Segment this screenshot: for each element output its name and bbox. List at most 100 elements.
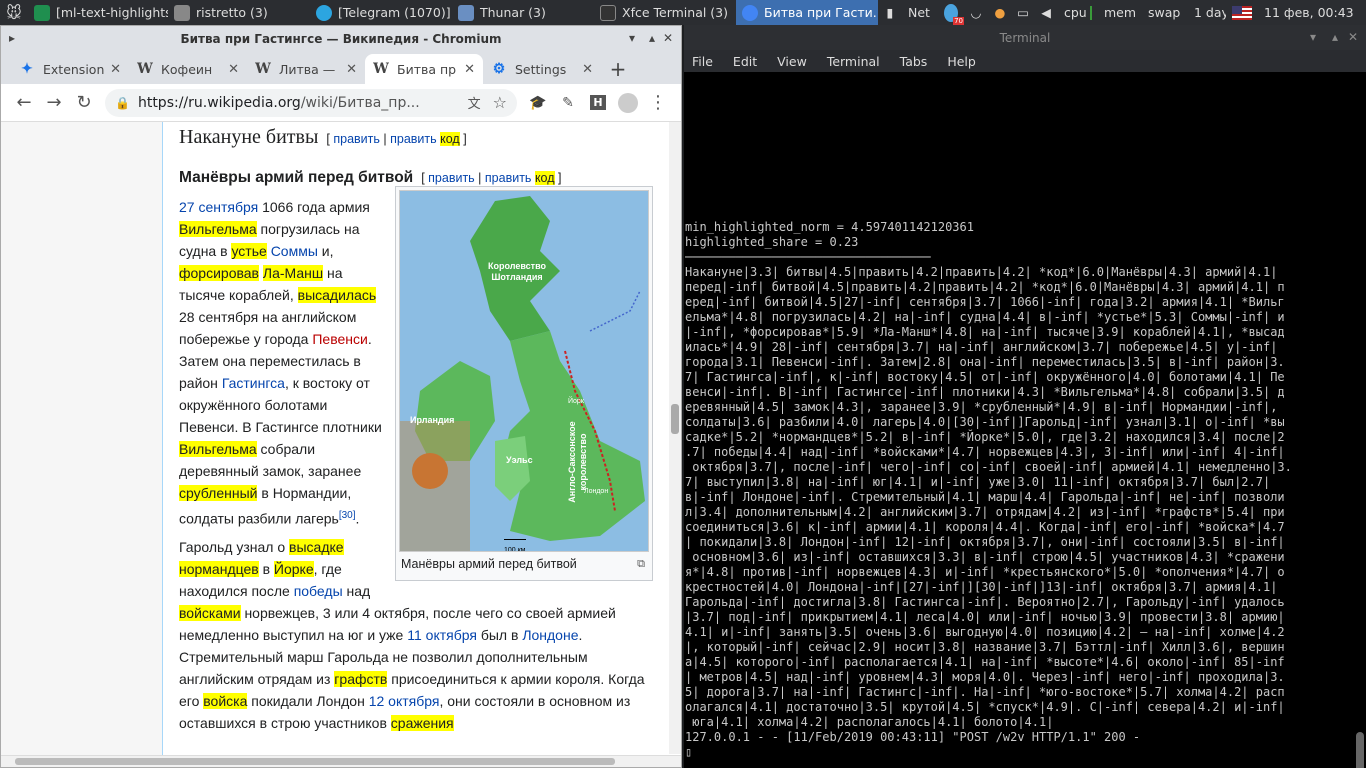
menu-terminal[interactable]: Terminal <box>827 54 880 69</box>
forward-icon[interactable]: → <box>39 88 69 118</box>
link-somme[interactable]: Соммы <box>271 243 318 259</box>
link-11-oct[interactable]: 11 октября <box>407 627 477 643</box>
link-london[interactable]: Лондоне <box>522 627 578 643</box>
battery-icon[interactable]: ▭ <box>1012 0 1034 25</box>
tab-close-icon[interactable]: ✕ <box>582 62 593 77</box>
us-flag-icon[interactable] <box>1226 0 1258 25</box>
mem-monitor[interactable]: mem <box>1098 0 1142 25</box>
page-scrollbar[interactable] <box>669 122 681 754</box>
taskbar-item-terminal[interactable]: Xfce Terminal (3) <box>594 0 736 25</box>
terminal-menubar: File Edit View Terminal Tabs Help <box>684 50 1366 72</box>
swap-monitor[interactable]: swap <box>1142 0 1188 25</box>
terminal-line: ────────────────────────────────── <box>685 250 931 264</box>
edit-source-link[interactable]: править код <box>485 171 555 185</box>
minimize-icon[interactable]: ▾ <box>1310 30 1316 44</box>
link-27-sept[interactable]: 27 сентября <box>179 199 258 215</box>
map-image[interactable]: Королевство Шотландия Ирландия Уэльс Анг… <box>399 190 649 552</box>
wikipedia-icon: W <box>137 61 153 77</box>
section-heading: Накануне битвы[ править | править код ] <box>179 126 467 148</box>
close-icon[interactable]: ✕ <box>663 31 673 45</box>
clipboard-icon[interactable]: ▮ <box>878 0 902 25</box>
section-edit-links: [ править | править код ] <box>326 132 467 146</box>
menu-file[interactable]: File <box>692 54 713 69</box>
update-icon[interactable]: 70 <box>938 0 964 25</box>
page-horizontal-scrollbar[interactable] <box>1 755 681 767</box>
terminal-window: Terminal ▾ ▴ ✕ File Edit View Terminal T… <box>684 25 1366 768</box>
tab-battle[interactable]: W Битва пр ✕ <box>365 54 483 84</box>
menu-help[interactable]: Help <box>947 54 976 69</box>
browser-toolbar: ← → ↻ 🔒 https://ru.wikipedia.org/wiki/Би… <box>1 84 681 122</box>
top-panel: 🐭 [ml-text-highlights... ristretto (3) [… <box>0 0 1366 25</box>
maximize-icon[interactable]: ▴ <box>1332 30 1338 44</box>
enlarge-icon[interactable]: ⧉ <box>637 556 645 573</box>
terminal-line: основном|3.6| из|-inf| оставшихся|3.3| в… <box>685 550 1285 564</box>
puzzle-icon: ✦ <box>21 61 33 77</box>
reload-icon[interactable]: ↻ <box>69 88 99 118</box>
terminal-line: Накануне|3.3| битвы|4.5|править|4.2|прав… <box>685 265 1278 279</box>
tab-extensions[interactable]: ✦ Extension ✕ <box>11 54 129 84</box>
terminal-text: min_highlighted_norm = 4.597401142120361… <box>685 220 1351 760</box>
edit-source-link[interactable]: править код <box>390 132 460 146</box>
taskbar-item-thunar[interactable]: Thunar (3) <box>452 0 594 25</box>
chromium-icon <box>742 4 758 21</box>
volume-icon[interactable]: ◀ <box>1034 0 1058 25</box>
tab-close-icon[interactable]: ✕ <box>228 62 239 77</box>
terminal-line: |, который|-inf| сейчас|2.9| носит|3.8| … <box>685 640 1285 654</box>
terminal-line: а|4.5| которого|-inf| располагается|4.1|… <box>685 655 1285 669</box>
menu-edit[interactable]: Edit <box>733 54 757 69</box>
wifi-icon[interactable]: ◡ <box>964 0 988 25</box>
network-monitor[interactable]: Net <box>902 0 938 25</box>
ref-30[interactable]: [30] <box>339 510 356 521</box>
terminal-line: л|3.4| дополнительным|4.2| английским|3.… <box>685 505 1285 519</box>
star-icon[interactable]: ☆ <box>493 93 507 112</box>
terminal-line: еред|-inf| битвой|4.5|27|-inf| сентября|… <box>685 295 1285 309</box>
tab-close-icon[interactable]: ✕ <box>346 62 357 77</box>
taskbar-item-pycharm[interactable]: [ml-text-highlights... <box>28 0 168 25</box>
maximize-icon[interactable]: ▴ <box>649 31 655 45</box>
whisker-menu-button[interactable]: 🐭 <box>0 0 28 25</box>
edit-link[interactable]: править <box>428 171 475 185</box>
close-icon[interactable]: ✕ <box>1348 30 1358 44</box>
weather-icon[interactable]: ● <box>988 0 1012 25</box>
menu-icon[interactable]: ⋮ <box>643 88 673 118</box>
map-thumbnail[interactable]: Королевство Шотландия Ирландия Уэльс Анг… <box>395 186 653 581</box>
tab-litva[interactable]: W Литва — ✕ <box>247 54 365 84</box>
address-bar[interactable]: 🔒 https://ru.wikipedia.org/wiki/Битва_пр… <box>105 88 517 117</box>
extension-h-icon[interactable]: H <box>583 88 613 118</box>
terminal-output[interactable]: min_highlighted_norm = 4.597401142120361… <box>684 72 1366 768</box>
translate-icon[interactable]: 文 <box>468 93 481 112</box>
tab-settings[interactable]: ⚙ Settings ✕ <box>483 54 601 84</box>
link-victory[interactable]: победы <box>294 583 343 599</box>
edit-link[interactable]: править <box>333 132 380 146</box>
back-icon[interactable]: ← <box>9 88 39 118</box>
terminal-line: я*|4.8| против|-inf| норвежцев|4.3| и|-i… <box>685 565 1285 579</box>
link-12-oct[interactable]: 12 октября <box>369 693 440 709</box>
taskbar-item-ristretto[interactable]: ristretto (3) <box>168 0 310 25</box>
terminal-line: .7| победы|4.4| над|-inf| *войсками*|4.7… <box>685 445 1285 459</box>
folder-icon <box>458 4 474 21</box>
taskbar-item-chromium[interactable]: Битва при Гасти... <box>736 0 878 25</box>
new-tab-button[interactable]: + <box>601 54 635 84</box>
extension-pen-icon[interactable]: ✎ <box>553 88 583 118</box>
taskbar-item-telegram[interactable]: [Telegram (1070)] <box>310 0 452 25</box>
menu-tabs[interactable]: Tabs <box>900 54 928 69</box>
minimize-icon[interactable]: ▾ <box>629 31 635 45</box>
profile-avatar[interactable] <box>613 88 643 118</box>
browser-titlebar: ▸ Битва при Гастингсе — Википедия - Chro… <box>1 26 681 51</box>
extension-graduation-icon[interactable]: 🎓 <box>523 88 553 118</box>
tab-coffein[interactable]: W Кофеин ✕ <box>129 54 247 84</box>
map-label-york: Йорк <box>568 398 584 405</box>
terminal-line: октября|3.7|, после|-inf| чего|-inf| со|… <box>685 460 1292 474</box>
tab-close-icon[interactable]: ✕ <box>110 62 121 77</box>
menu-view[interactable]: View <box>777 54 807 69</box>
terminal-titlebar: Terminal ▾ ▴ ✕ <box>684 25 1366 50</box>
pin-icon[interactable]: ▸ <box>9 31 15 45</box>
cpu-monitor[interactable]: cpu <box>1058 0 1098 25</box>
link-hastings[interactable]: Гастингса <box>222 375 285 391</box>
map-label-wales: Уэльс <box>506 455 533 465</box>
tab-close-icon[interactable]: ✕ <box>464 62 475 77</box>
link-pevensey[interactable]: Певенси <box>312 331 367 347</box>
map-scale: 100 км <box>504 539 526 551</box>
clock[interactable]: 11 фев, 00:43 <box>1258 0 1366 25</box>
terminal-scrollbar[interactable] <box>1356 732 1364 768</box>
